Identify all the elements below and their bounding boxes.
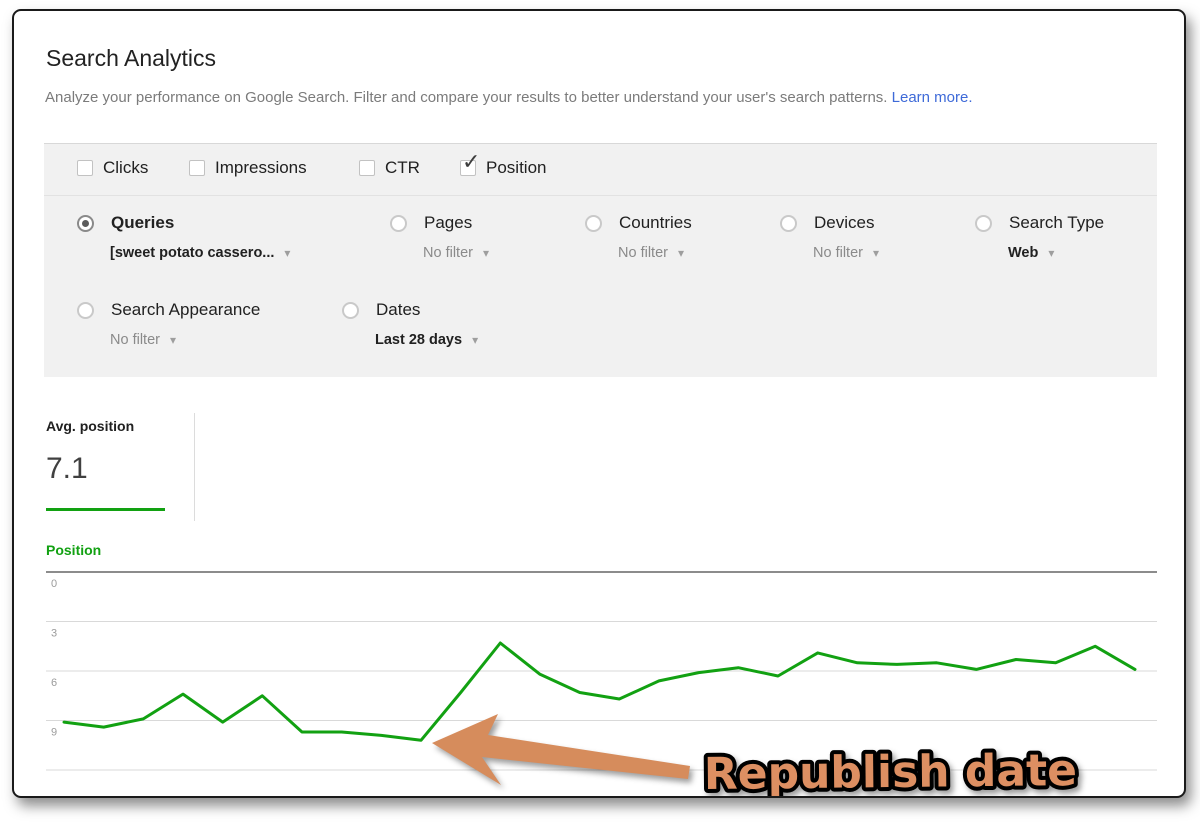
screenshot-frame: Search Analytics Analyze your performanc… xyxy=(12,9,1186,798)
y-tick-label-3: 3 xyxy=(51,628,57,640)
annotation-layer: Republish date xyxy=(432,714,1077,798)
position-chart: 0 3 6 9 Republish date xyxy=(14,11,1186,798)
republish-arrow-icon xyxy=(432,714,690,785)
chart-gridlines: 0 3 6 9 xyxy=(46,572,1157,770)
position-line-series[interactable] xyxy=(64,643,1135,740)
republish-date-annotation: Republish date xyxy=(704,745,1078,798)
y-tick-label-9: 9 xyxy=(51,727,57,739)
y-tick-label-0: 0 xyxy=(51,578,57,590)
y-tick-label-6: 6 xyxy=(51,677,57,689)
